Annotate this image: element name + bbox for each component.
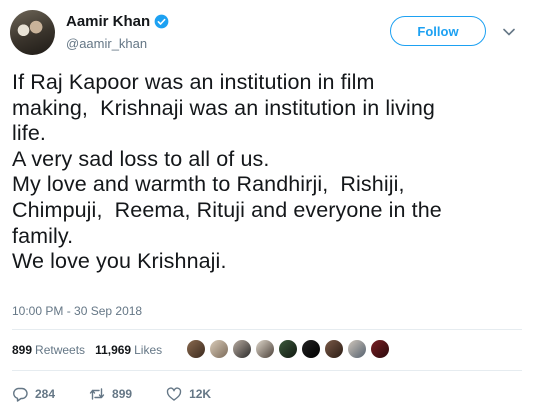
tweet-line: life. bbox=[12, 121, 46, 146]
tweet-line: We love you Krishnaji. bbox=[12, 249, 227, 274]
liker-avatar[interactable] bbox=[255, 339, 275, 359]
author-handle[interactable]: @aamir_khan bbox=[66, 36, 147, 51]
liker-avatars bbox=[186, 339, 393, 359]
reply-count: 284 bbox=[35, 387, 56, 401]
tweet-line: family. bbox=[12, 223, 74, 248]
tweet-line: A very sad loss to all of us. bbox=[12, 146, 270, 171]
tweet-line: making, Krishnaji was an institution in … bbox=[12, 95, 435, 120]
tweet-text: If Raj Kapoor was an institution in film… bbox=[12, 70, 527, 275]
tweet-stats: 899 Retweets 11,969 Likes bbox=[12, 343, 162, 357]
tweet-timestamp[interactable]: 10:00 PM - 30 Sep 2018 bbox=[12, 304, 142, 318]
retweets-count: 899 bbox=[12, 343, 33, 357]
retweets-stat[interactable]: 899 Retweets bbox=[12, 343, 85, 357]
likes-label: Likes bbox=[134, 343, 163, 357]
liker-avatar[interactable] bbox=[301, 339, 321, 359]
tweet-line: My love and warmth to Randhirji, Rishiji… bbox=[12, 172, 405, 197]
tweet-line: If Raj Kapoor was an institution in film bbox=[12, 70, 375, 94]
like-count: 12K bbox=[189, 387, 212, 401]
tweet-actions: 284 899 12K bbox=[12, 386, 245, 402]
retweet-button[interactable]: 899 bbox=[89, 386, 132, 402]
divider bbox=[12, 329, 522, 330]
author-name[interactable]: Aamir Khan bbox=[66, 13, 150, 30]
liker-avatar[interactable] bbox=[278, 339, 298, 359]
chevron-down-icon[interactable] bbox=[502, 25, 516, 39]
heart-icon bbox=[166, 387, 182, 401]
retweets-label: Retweets bbox=[35, 343, 86, 357]
likes-count: 11,969 bbox=[95, 343, 132, 357]
liker-avatar[interactable] bbox=[186, 339, 206, 359]
follow-button[interactable]: Follow bbox=[390, 16, 486, 46]
retweet-count: 899 bbox=[112, 387, 133, 401]
reply-icon bbox=[13, 387, 28, 402]
liker-avatar[interactable] bbox=[209, 339, 229, 359]
tweet-line: Chimpuji, Reema, Rituji and everyone in … bbox=[12, 197, 442, 222]
liker-avatar[interactable] bbox=[324, 339, 344, 359]
retweet-icon bbox=[89, 388, 105, 400]
author-name-row: Aamir Khan bbox=[66, 13, 169, 30]
verified-badge-icon bbox=[154, 14, 169, 29]
liker-avatar[interactable] bbox=[370, 339, 390, 359]
divider bbox=[12, 370, 522, 371]
reply-button[interactable]: 284 bbox=[12, 386, 55, 402]
liker-avatar[interactable] bbox=[347, 339, 367, 359]
avatar[interactable] bbox=[10, 10, 55, 55]
likes-stat[interactable]: 11,969 Likes bbox=[95, 343, 162, 357]
liker-avatar[interactable] bbox=[232, 339, 252, 359]
like-button[interactable]: 12K bbox=[166, 386, 211, 402]
